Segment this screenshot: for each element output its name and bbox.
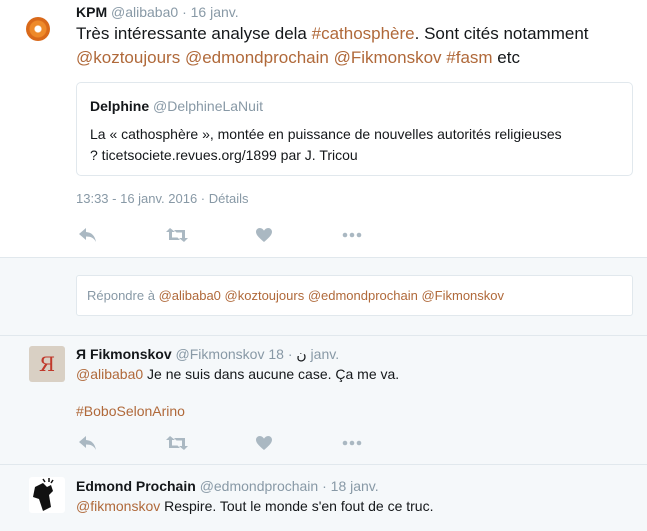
avatar[interactable]: [29, 477, 65, 513]
text-segment: etc: [492, 48, 520, 67]
text-segment: Je ne suis dans aucune case. Ça me va.: [143, 366, 400, 382]
author-handle[interactable]: @Fikmonskov: [176, 346, 265, 362]
details-link[interactable]: Détails: [209, 191, 249, 206]
reply-section: Répondre à @alibaba0 @koztoujours @edmon…: [0, 258, 647, 335]
retweet-icon: [166, 436, 188, 450]
text-segment: . Sont cités notamment: [414, 24, 589, 43]
mention-link[interactable]: @Fikmonskov: [334, 48, 442, 67]
hashtag-link[interactable]: #fasm: [446, 48, 492, 67]
quoted-text: La « cathosphère », montée en puissance …: [90, 124, 625, 166]
details-separator: ·: [197, 191, 209, 206]
date-separator: ·: [182, 4, 187, 20]
quoted-author-name: Delphine: [90, 98, 150, 114]
author-handle[interactable]: @edmondprochain: [200, 478, 319, 494]
author-name[interactable]: Я Fikmonskov: [76, 346, 172, 362]
tweet-text: @fikmonskov Respire. Tout le monde s'en …: [76, 497, 626, 515]
reply-input[interactable]: Répondre à @alibaba0 @koztoujours @edmon…: [76, 275, 633, 316]
text-segment: Respire. Tout le monde s'en fout de ce t…: [160, 498, 434, 514]
quoted-line: ? ticetsociete.revues.org/1899 par J. Tr…: [90, 147, 358, 163]
tweet-kpm: KPM @alibaba0 · 16 janv. Très intéressan…: [0, 0, 647, 257]
tweet-text: Très intéressante analyse dela #cathosph…: [76, 22, 626, 70]
date-separator: ·: [287, 346, 293, 362]
heart-icon: [256, 436, 272, 450]
like-button[interactable]: [252, 225, 276, 245]
author-handle-suffix: ن: [296, 346, 307, 362]
tweet-header: Edmond Prochain @edmondprochain · 18 jan…: [76, 478, 379, 495]
more-icon: [342, 232, 362, 238]
hashtag-line: #BoboSelonArino: [76, 402, 185, 420]
avatar[interactable]: Я: [29, 346, 65, 382]
tweet-header: KPM @alibaba0 · 16 janv.: [76, 4, 239, 21]
retweet-button[interactable]: [165, 433, 189, 453]
retweet-icon: [166, 228, 188, 242]
tweet-edmondprochain[interactable]: Edmond Prochain @edmondprochain · 18 jan…: [0, 465, 647, 531]
reply-prefix: Répondre à: [87, 288, 159, 303]
tweet-date[interactable]: 16 janv.: [191, 4, 239, 20]
more-button[interactable]: [340, 225, 364, 245]
mention-link[interactable]: @alibaba0: [76, 366, 143, 382]
author-handle[interactable]: @alibaba0: [111, 4, 178, 20]
quoted-author-handle: @DelphineLaNuit: [153, 98, 263, 114]
avatar-image: [33, 478, 54, 511]
tweet-header: Я Fikmonskov @Fikmonskov ن · 18 janv.: [76, 346, 339, 363]
reply-icon: [79, 436, 96, 450]
retweet-button[interactable]: [165, 225, 189, 245]
author-name[interactable]: Edmond Prochain: [76, 478, 196, 494]
mention-link[interactable]: @koztoujours: [76, 48, 180, 67]
avatar[interactable]: [26, 17, 50, 41]
tweet-timestamp-row: 13:33 - 16 janv. 2016 · Détails: [76, 191, 249, 207]
quoted-header: Delphine @DelphineLaNuit: [90, 98, 263, 115]
quoted-tweet[interactable]: Delphine @DelphineLaNuit La « cathosphèr…: [76, 82, 633, 176]
author-name[interactable]: KPM: [76, 4, 107, 20]
more-icon: [342, 440, 362, 446]
like-button[interactable]: [252, 433, 276, 453]
tweet-timestamp[interactable]: 13:33 - 16 janv. 2016: [76, 191, 197, 206]
reply-button[interactable]: [76, 225, 100, 245]
mention-link[interactable]: @fikmonskov: [76, 498, 160, 514]
reply-icon: [79, 228, 96, 242]
date-separator: ·: [322, 478, 327, 494]
more-button[interactable]: [340, 433, 364, 453]
tweet-fikmonskov[interactable]: Я Я Fikmonskov @Fikmonskov ن · 18 janv. …: [0, 336, 647, 464]
text-segment: Très intéressante analyse dela: [76, 24, 312, 43]
reply-placeholder: Répondre à @alibaba0 @koztoujours @edmon…: [87, 288, 504, 304]
mention-link[interactable]: @edmondprochain: [185, 48, 329, 67]
hashtag-link[interactable]: #cathosphère: [312, 24, 415, 43]
heart-icon: [256, 228, 272, 242]
hashtag-link[interactable]: #BoboSelonArino: [76, 403, 185, 419]
reply-recipients: @alibaba0 @koztoujours @edmondprochain @…: [158, 288, 505, 303]
tweet-text: @alibaba0 Je ne suis dans aucune case. Ç…: [76, 365, 626, 383]
quoted-line: La « cathosphère », montée en puissance …: [90, 126, 562, 142]
avatar-letter: Я: [39, 352, 56, 376]
reply-button[interactable]: [76, 433, 100, 453]
tweet-date[interactable]: 18 janv.: [331, 478, 379, 494]
